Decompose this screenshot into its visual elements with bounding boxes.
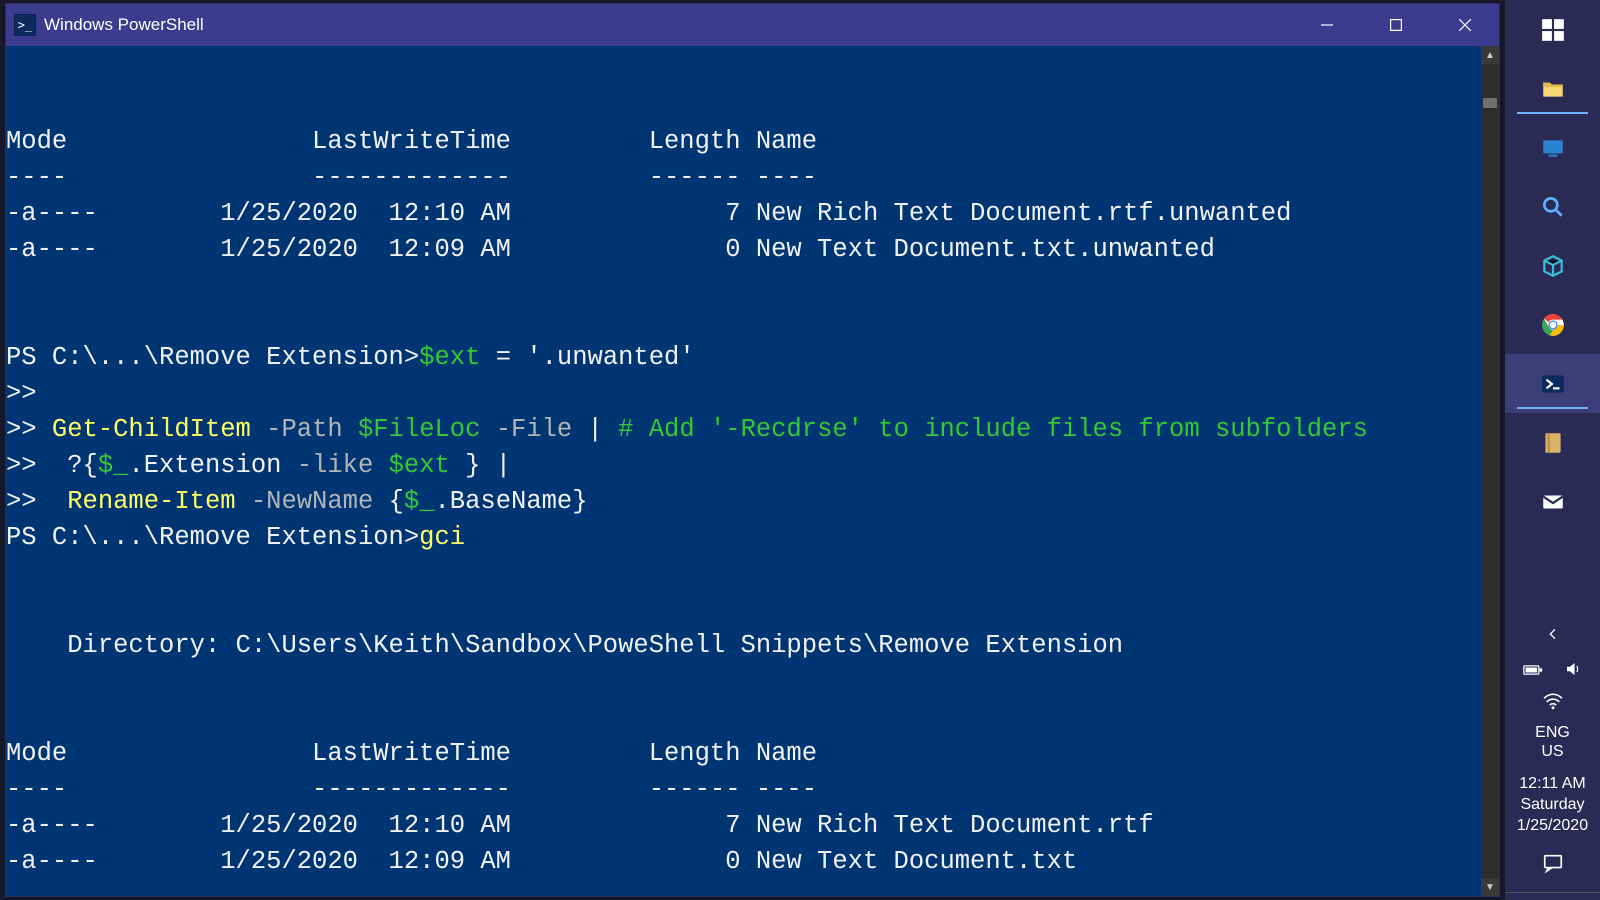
volume-icon[interactable]: [1563, 660, 1583, 683]
out2-row-1: -a---- 1/25/2020 12:09 AM 0 New Text Doc…: [6, 847, 1077, 876]
tray-icons-row: [1523, 657, 1583, 685]
folder-icon: [1540, 76, 1566, 102]
tray-lang-1: ENG: [1535, 723, 1570, 742]
taskbar-envelope[interactable]: [1505, 472, 1600, 531]
magnifier-icon: [1540, 194, 1566, 220]
out2-header: Mode LastWriteTime Length Name: [6, 739, 817, 768]
tray-language[interactable]: ENG US: [1535, 721, 1570, 767]
taskbar-cube-app[interactable]: [1505, 236, 1600, 295]
cmd4-b: .BaseName}: [435, 487, 588, 516]
tray-wifi-row: [1542, 689, 1564, 717]
chevron-left-icon: [1545, 626, 1561, 642]
tray-clock[interactable]: 12:11 AM Saturday 1/25/2020: [1517, 771, 1588, 842]
terminal-body: Mode LastWriteTime Length Name ---- ----…: [6, 46, 1499, 896]
out-header: Mode LastWriteTime Length Name: [6, 127, 817, 156]
tray-day: Saturday: [1517, 794, 1588, 815]
out2-row-0: -a---- 1/25/2020 12:10 AM 7 New Rich Tex…: [6, 811, 1154, 840]
chrome-icon: [1540, 312, 1566, 338]
powershell-window: >_ Windows PowerShell Mode LastWriteTime…: [5, 3, 1500, 897]
close-button[interactable]: [1430, 4, 1499, 46]
tray-time: 12:11 AM: [1517, 773, 1588, 794]
cmd3-param: -like: [281, 451, 388, 480]
taskbar-mail[interactable]: [1505, 118, 1600, 177]
scrollbar[interactable]: ▲ ▼: [1481, 46, 1499, 896]
out-header-rule: ---- ------------- ------ ----: [6, 163, 817, 192]
notification-icon: [1541, 852, 1565, 874]
cmd3-b: .Extension: [128, 451, 281, 480]
tray-action-center[interactable]: [1541, 846, 1565, 888]
taskbar-search[interactable]: [1505, 177, 1600, 236]
cont-4: >>: [6, 487, 67, 516]
taskbar-powershell[interactable]: [1505, 354, 1600, 413]
windows-logo-icon: [1540, 17, 1566, 43]
cmd2-v1: $FileLoc: [358, 415, 480, 444]
cmd1-eq: =: [480, 343, 526, 372]
taskbar-file-explorer[interactable]: [1505, 59, 1600, 118]
terminal-output[interactable]: Mode LastWriteTime Length Name ---- ----…: [6, 52, 1481, 896]
cmd4-a: {: [389, 487, 404, 516]
cmd3-c: }: [450, 451, 496, 480]
cont-2: >>: [6, 415, 52, 444]
cmd3-pipe: |: [496, 451, 511, 480]
tray-date: 1/25/2020: [1517, 815, 1588, 836]
window-title: Windows PowerShell: [44, 15, 204, 35]
cmd1-var: $ext: [419, 343, 480, 372]
powershell-icon: [1540, 371, 1566, 397]
powershell-icon: >_: [14, 14, 36, 36]
cmd4-var: $_: [404, 487, 435, 516]
maximize-button[interactable]: [1361, 4, 1430, 46]
tray-overflow-button[interactable]: [1545, 616, 1561, 653]
out-row-1: -a---- 1/25/2020 12:09 AM 0 New Text Doc…: [6, 235, 1215, 264]
battery-icon[interactable]: [1523, 661, 1543, 682]
notebook-icon: [1540, 430, 1566, 456]
taskbar: ENG US 12:11 AM Saturday 1/25/2020: [1505, 0, 1600, 900]
prompt-2-cmd: gci: [419, 523, 465, 552]
prompt-2: PS C:\...\Remove Extension>: [6, 523, 419, 552]
desktop: >_ Windows PowerShell Mode LastWriteTime…: [0, 0, 1600, 900]
cmd2-pipe: |: [588, 415, 603, 444]
cmd3-a: ?{: [67, 451, 98, 480]
cmd1-str: '.unwanted': [526, 343, 694, 372]
prompt-1: PS C:\...\Remove Extension>: [6, 343, 419, 372]
scroll-thumb[interactable]: [1483, 98, 1497, 108]
mail-icon: [1540, 489, 1566, 515]
cube-icon: [1540, 253, 1566, 279]
system-tray: ENG US 12:11 AM Saturday 1/25/2020: [1505, 616, 1600, 900]
scroll-track[interactable]: [1481, 64, 1499, 878]
start-button[interactable]: [1505, 0, 1600, 59]
titlebar[interactable]: >_ Windows PowerShell: [6, 4, 1499, 46]
cmd3-var2: $ext: [389, 451, 450, 480]
cmd3-var: $_: [98, 451, 129, 480]
out-row-0: -a---- 1/25/2020 12:10 AM 7 New Rich Tex…: [6, 199, 1291, 228]
scroll-up-button[interactable]: ▲: [1481, 46, 1499, 64]
minimize-button[interactable]: [1292, 4, 1361, 46]
show-desktop-button[interactable]: [1505, 892, 1600, 900]
taskbar-chrome[interactable]: [1505, 295, 1600, 354]
cmd4-cmdlet: Rename-Item: [67, 487, 235, 516]
out2-header-rule: ---- ------------- ------ ----: [6, 775, 817, 804]
monitor-icon: [1540, 135, 1566, 161]
tray-lang-2: US: [1535, 742, 1570, 761]
dir-line: Directory: C:\Users\Keith\Sandbox\PoweSh…: [6, 631, 1123, 660]
cmd2-p1: -Path: [251, 415, 358, 444]
wifi-icon[interactable]: [1542, 692, 1564, 715]
scroll-down-button[interactable]: ▼: [1481, 878, 1499, 896]
cmd2-cmdlet: Get-ChildItem: [52, 415, 251, 444]
taskbar-notes[interactable]: [1505, 413, 1600, 472]
cmd4-param: -NewName: [236, 487, 389, 516]
cont-3: >>: [6, 451, 67, 480]
cont-1: >>: [6, 379, 37, 408]
cmd2-p2: -File: [480, 415, 587, 444]
cmd2-comment: # Add '-Recdrse' to include files from s…: [603, 415, 1368, 444]
